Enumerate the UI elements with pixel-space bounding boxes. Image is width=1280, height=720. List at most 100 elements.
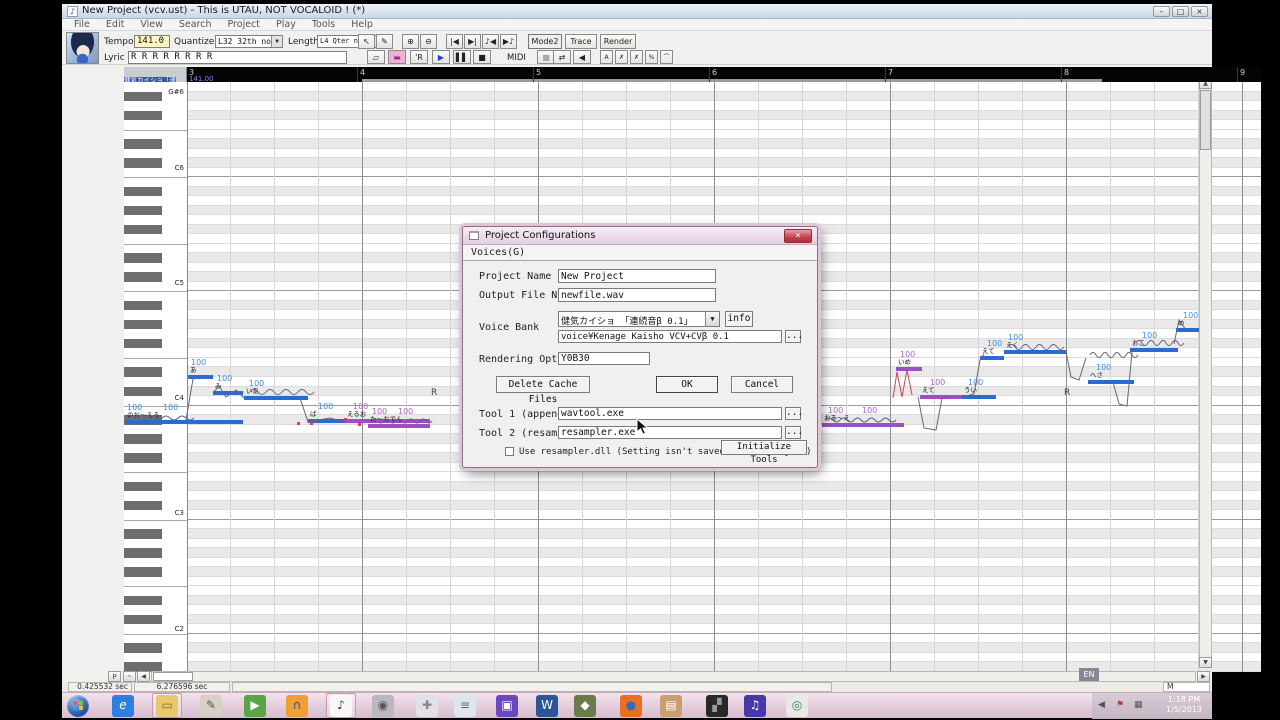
render-button[interactable]: Render <box>600 34 636 49</box>
disc-icon[interactable]: ◎ <box>786 695 808 717</box>
use-resampler-checkbox[interactable] <box>505 447 514 456</box>
action-center-flag-icon[interactable]: ⚑ <box>1116 700 1124 710</box>
firefox-icon[interactable]: ● <box>620 695 642 717</box>
piano-key-black[interactable] <box>124 367 162 377</box>
mediago-icon[interactable]: ◉ <box>372 695 394 717</box>
hscroll-right-button[interactable]: ▶ <box>1197 671 1210 682</box>
moviemaker-icon[interactable]: ▤ <box>660 695 682 717</box>
piano-key-black[interactable] <box>124 481 162 492</box>
piano-key-black[interactable] <box>124 453 162 463</box>
delete-cache-button[interactable]: Delete Cache Files <box>496 376 590 405</box>
info-button[interactable]: info <box>725 311 753 327</box>
explorer-icon[interactable]: ▭ <box>156 695 178 717</box>
piano-key-black[interactable] <box>124 529 162 539</box>
photoviewer-icon[interactable]: ▞ <box>706 695 728 717</box>
menu-item-help[interactable]: Help <box>343 19 381 30</box>
piano-key-black[interactable] <box>124 415 162 425</box>
music-icon[interactable]: ♫ <box>744 695 766 717</box>
start-button[interactable] <box>67 695 89 717</box>
rest-tool[interactable]: 'R <box>410 50 428 64</box>
prev-note-icon[interactable]: ♪◀ <box>482 34 499 49</box>
piano-key-black[interactable] <box>124 110 162 121</box>
menu-item-tools[interactable]: Tools <box>304 19 343 30</box>
language-bar[interactable]: EN <box>1079 668 1099 681</box>
piano-key-black[interactable] <box>124 614 162 625</box>
notepad-icon[interactable]: ≡ <box>454 695 476 717</box>
acpt-button[interactable]: A <box>600 50 613 64</box>
hscroll-left-button[interactable]: ◀ <box>137 671 150 682</box>
pause-button[interactable]: ▌▌ <box>453 50 471 64</box>
goto-start-icon[interactable]: |◀ <box>446 34 463 49</box>
piano-key-black[interactable] <box>124 186 162 197</box>
ie-icon[interactable]: e <box>112 695 134 717</box>
voice-path-input[interactable] <box>558 330 782 343</box>
piano-key-black[interactable] <box>124 567 162 577</box>
track-name-box[interactable]: 健気カイショ「連 続音β 0.1」 <box>124 67 187 82</box>
tool2-input[interactable] <box>558 426 782 439</box>
vscroll-thumb[interactable] <box>1200 90 1211 150</box>
network-icon[interactable]: ▦ <box>1134 700 1143 710</box>
rendering-options-input[interactable] <box>558 352 650 365</box>
speaker-button[interactable]: ◀ <box>573 50 591 64</box>
menu-item-search[interactable]: Search <box>171 19 220 30</box>
exp2-button[interactable]: ✗ <box>615 50 628 64</box>
pencil-tool-icon[interactable]: ✎ <box>376 34 393 49</box>
tempo-field[interactable]: 141.0 <box>134 35 170 48</box>
piano-key-black[interactable] <box>124 224 162 235</box>
piano-key-black[interactable] <box>124 643 162 653</box>
piano-key-black[interactable] <box>124 434 162 444</box>
vscroll-down-button[interactable]: ▼ <box>1199 657 1212 668</box>
mode-button[interactable]: Mode2 <box>528 34 562 49</box>
piano-key-black[interactable] <box>124 205 162 216</box>
piano-toggle-button[interactable]: P <box>108 671 121 682</box>
piano-key-black[interactable] <box>124 548 162 558</box>
voice-path-browse-button[interactable]: ... <box>785 330 803 343</box>
project-name-input[interactable] <box>558 269 716 283</box>
piano-key-black[interactable] <box>124 338 162 349</box>
chevron-down-icon[interactable]: ▼ <box>271 36 282 47</box>
cursor-tool-icon[interactable]: ↖ <box>358 34 375 49</box>
next-note-icon[interactable]: ▶♪ <box>500 34 517 49</box>
menu-item-view[interactable]: View <box>132 19 171 30</box>
volume-icon[interactable]: ◀ <box>1098 700 1105 710</box>
title-bar[interactable]: ♪ New Project (vcv.ust) - This is UTAU, … <box>62 4 1212 19</box>
hscroll-option-button[interactable]: ~ <box>123 671 136 682</box>
dialog-menu-bar[interactable]: Voices(G) <box>463 245 817 261</box>
timeline-ruler[interactable]: 141.00 3456789 <box>124 67 1261 83</box>
dialog-title-bar[interactable]: Project Configurations × <box>463 227 817 245</box>
hscroll-track[interactable] <box>151 671 1196 682</box>
trace-button[interactable]: Trace <box>565 34 597 49</box>
close-button[interactable]: × <box>1191 6 1208 17</box>
tool2-browse-button[interactable]: ... <box>785 426 803 439</box>
paint-icon[interactable]: ✎ <box>200 695 222 717</box>
oto-button[interactable]: % <box>645 50 658 64</box>
dialog-close-button[interactable]: × <box>784 229 812 243</box>
camcorder-icon[interactable]: ◆ <box>574 695 596 717</box>
voice-bank-select[interactable]: 健気カイショ 「連続音β 0.1」 ▼ <box>558 311 720 327</box>
output-file-input[interactable] <box>558 288 716 302</box>
piano-key-black[interactable] <box>124 253 162 263</box>
piano-key-black[interactable] <box>124 300 162 311</box>
cancel-button[interactable]: Cancel <box>731 376 793 393</box>
play-button[interactable]: ▶ <box>432 50 450 64</box>
quantize-select[interactable]: L32 32th note ▼ <box>215 35 283 48</box>
stop-button[interactable]: ■ <box>473 50 491 64</box>
controller-icon[interactable]: ✚ <box>416 695 438 717</box>
tool1-browse-button[interactable]: ... <box>785 407 803 420</box>
ok-button[interactable]: OK <box>656 376 718 393</box>
vscroll-track[interactable] <box>1199 78 1212 668</box>
taskbar-clock[interactable]: 1:18 PM 1/5/2013 <box>1160 695 1208 715</box>
zoom-in-icon[interactable]: ⊕ <box>402 34 419 49</box>
hscroll-thumb[interactable] <box>153 672 193 681</box>
envelope-button[interactable]: ⌒ <box>660 50 673 64</box>
audacity-icon[interactable]: ∩ <box>286 695 308 717</box>
utau-icon[interactable]: ♪ <box>330 695 352 717</box>
gba-icon[interactable]: ▣ <box>496 695 518 717</box>
maximize-button[interactable]: □ <box>1172 6 1189 17</box>
menu-item-play[interactable]: Play <box>268 19 304 30</box>
piano-key-black[interactable] <box>124 139 162 149</box>
chevron-down-icon[interactable]: ▼ <box>705 312 719 326</box>
exp4-button[interactable]: ✗ <box>630 50 643 64</box>
lyric-input[interactable]: R R R R R R R R <box>128 51 347 64</box>
menu-item-edit[interactable]: Edit <box>98 19 132 30</box>
